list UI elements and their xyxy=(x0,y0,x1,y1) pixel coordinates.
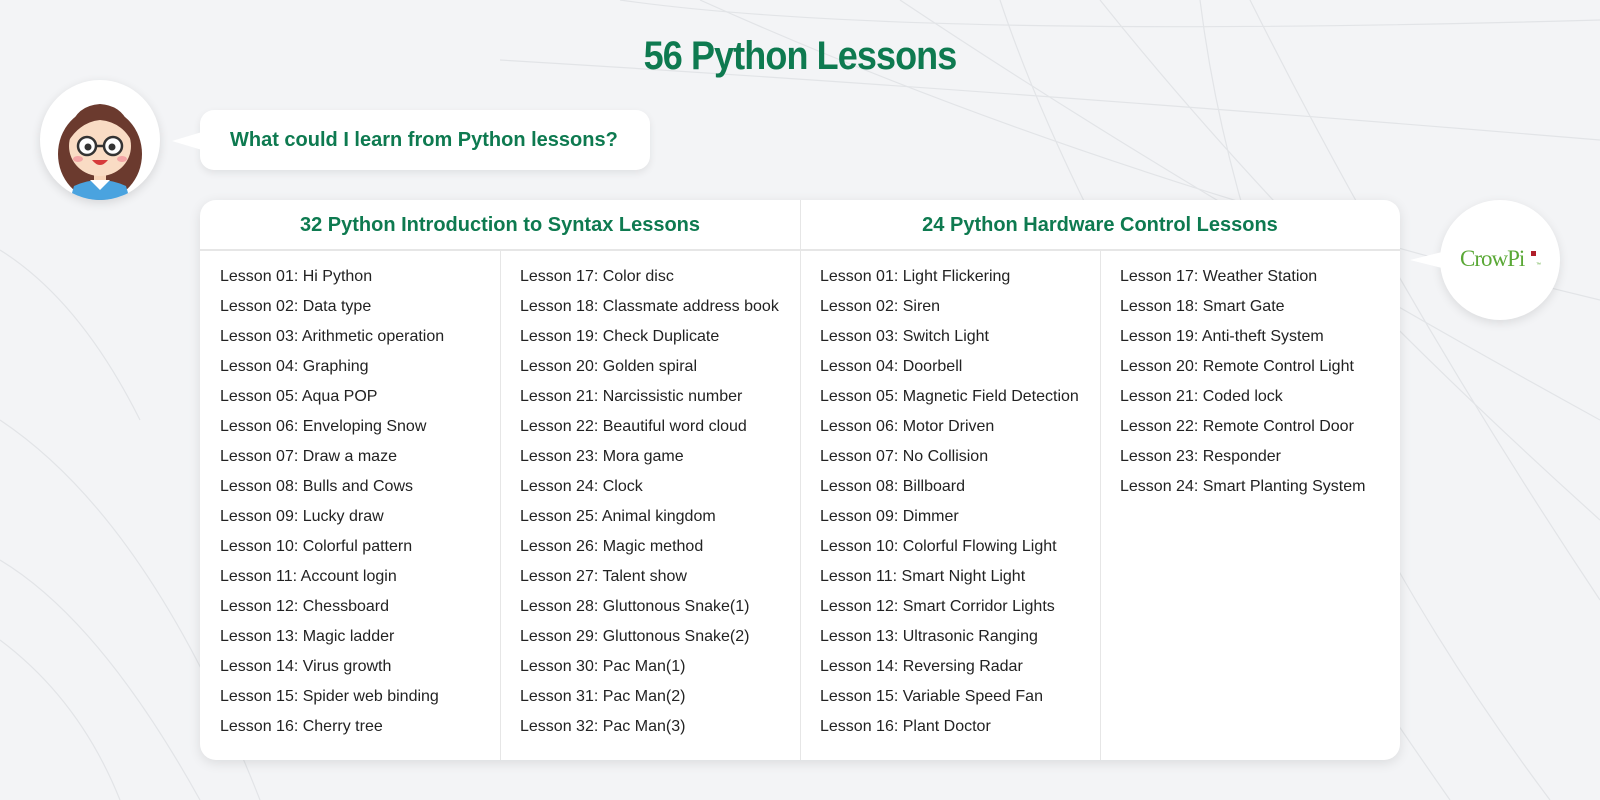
lesson-list-syntax-1: Lesson 01: Hi Python Lesson 02: Data typ… xyxy=(220,262,500,742)
girl-avatar-icon xyxy=(40,80,160,200)
section-divider xyxy=(800,200,801,760)
lesson-list-syntax-2: Lesson 17: Color disc Lesson 18: Classma… xyxy=(520,262,800,742)
lesson-item: Lesson 03: Arithmetic operation xyxy=(220,328,445,345)
crowpi-logo: CrowPi ™ xyxy=(1410,200,1560,320)
lesson-item: Lesson 17: Weather Station xyxy=(1120,268,1318,285)
lesson-item: Lesson 07: No Collision xyxy=(820,448,989,465)
lesson-item: Lesson 26: Magic method xyxy=(520,538,704,555)
lesson-item: Lesson 21: Narcissistic number xyxy=(520,388,743,405)
lesson-item: Lesson 22: Beautiful word cloud xyxy=(520,418,747,435)
lesson-item: Lesson 13: Ultrasonic Ranging xyxy=(820,628,1038,645)
lesson-item: Lesson 30: Pac Man(1) xyxy=(520,658,686,675)
lesson-item: Lesson 16: Cherry tree xyxy=(220,718,383,735)
lesson-item: Lesson 04: Graphing xyxy=(220,358,369,375)
lesson-item: Lesson 13: Magic ladder xyxy=(220,628,395,645)
lesson-item: Lesson 01: Hi Python xyxy=(220,268,373,285)
lesson-item: Lesson 27: Talent show xyxy=(520,568,687,585)
lesson-item: Lesson 09: Lucky draw xyxy=(220,508,384,525)
lesson-item: Lesson 23: Responder xyxy=(1120,448,1281,465)
question-bubble: What could I learn from Python lessons? xyxy=(172,110,650,170)
lesson-item: Lesson 18: Classmate address book xyxy=(520,298,779,315)
lessons-card: 32 Python Introduction to Syntax Lessons… xyxy=(200,200,1400,760)
lesson-item: Lesson 21: Coded lock xyxy=(1120,388,1283,405)
lesson-item: Lesson 20: Remote Control Light xyxy=(1120,358,1354,375)
lesson-item: Lesson 11: Account login xyxy=(220,568,397,585)
column-divider xyxy=(500,250,501,760)
lesson-item: Lesson 07: Draw a maze xyxy=(220,448,397,465)
lesson-item: Lesson 18: Smart Gate xyxy=(1120,298,1285,315)
lesson-item: Lesson 28: Gluttonous Snake(1) xyxy=(520,598,750,615)
lesson-item: Lesson 24: Clock xyxy=(520,478,643,495)
logo-trademark: ™ xyxy=(1536,262,1541,268)
logo-dot xyxy=(1531,251,1536,256)
logo-text: CrowPi xyxy=(1460,246,1525,271)
lesson-item: Lesson 05: Aqua POP xyxy=(220,388,378,405)
page-title: 56 Python Lessons xyxy=(643,34,958,78)
lesson-item: Lesson 10: Colorful Flowing Light xyxy=(820,538,1057,555)
lesson-item: Lesson 06: Motor Driven xyxy=(820,418,995,435)
lesson-item: Lesson 19: Check Duplicate xyxy=(520,328,720,345)
question-text: What could I learn from Python lessons? xyxy=(230,129,618,151)
lesson-item: Lesson 06: Enveloping Snow xyxy=(220,418,427,435)
lesson-list-hardware-1: Lesson 01: Light Flickering Lesson 02: S… xyxy=(820,262,1100,742)
lesson-item: Lesson 15: Variable Speed Fan xyxy=(820,688,1043,705)
lesson-item: Lesson 29: Gluttonous Snake(2) xyxy=(520,628,750,645)
column-divider xyxy=(1100,250,1101,760)
lesson-item: Lesson 14: Reversing Radar xyxy=(820,658,1023,675)
lesson-item: Lesson 20: Golden spiral xyxy=(520,358,697,375)
lesson-item: Lesson 09: Dimmer xyxy=(820,508,959,525)
lesson-item: Lesson 08: Billboard xyxy=(820,478,965,495)
lesson-item: Lesson 14: Virus growth xyxy=(220,658,392,675)
lesson-list-hardware-2: Lesson 17: Weather Station Lesson 18: Sm… xyxy=(1120,262,1400,502)
lesson-item: Lesson 15: Spider web binding xyxy=(220,688,439,705)
lesson-item: Lesson 12: Chessboard xyxy=(220,598,389,615)
lesson-item: Lesson 05: Magnetic Field Detection xyxy=(820,388,1079,405)
lesson-item: Lesson 12: Smart Corridor Lights xyxy=(820,598,1055,615)
section-title-syntax: 32 Python Introduction to Syntax Lessons xyxy=(299,214,701,236)
lesson-item: Lesson 04: Doorbell xyxy=(820,358,963,375)
lesson-item: Lesson 02: Data type xyxy=(220,298,372,315)
lesson-item: Lesson 19: Anti-theft System xyxy=(1120,328,1324,345)
lesson-item: Lesson 02: Siren xyxy=(820,298,941,315)
lesson-item: Lesson 11: Smart Night Light xyxy=(820,568,1026,585)
lesson-item: Lesson 24: Smart Planting System xyxy=(1120,478,1366,495)
lesson-item: Lesson 31: Pac Man(2) xyxy=(520,688,686,705)
lesson-item: Lesson 16: Plant Doctor xyxy=(820,718,991,735)
lesson-item: Lesson 22: Remote Control Door xyxy=(1120,418,1354,435)
lesson-item: Lesson 17: Color disc xyxy=(520,268,674,285)
lesson-item: Lesson 23: Mora game xyxy=(520,448,684,465)
lesson-item: Lesson 25: Animal kingdom xyxy=(520,508,716,525)
lesson-item: Lesson 03: Switch Light xyxy=(820,328,989,345)
lesson-item: Lesson 10: Colorful pattern xyxy=(220,538,413,555)
lesson-item: Lesson 01: Light Flickering xyxy=(820,268,1011,285)
section-title-hardware: 24 Python Hardware Control Lessons xyxy=(922,214,1278,236)
lesson-item: Lesson 32: Pac Man(3) xyxy=(520,718,686,735)
lesson-item: Lesson 08: Bulls and Cows xyxy=(220,478,413,495)
